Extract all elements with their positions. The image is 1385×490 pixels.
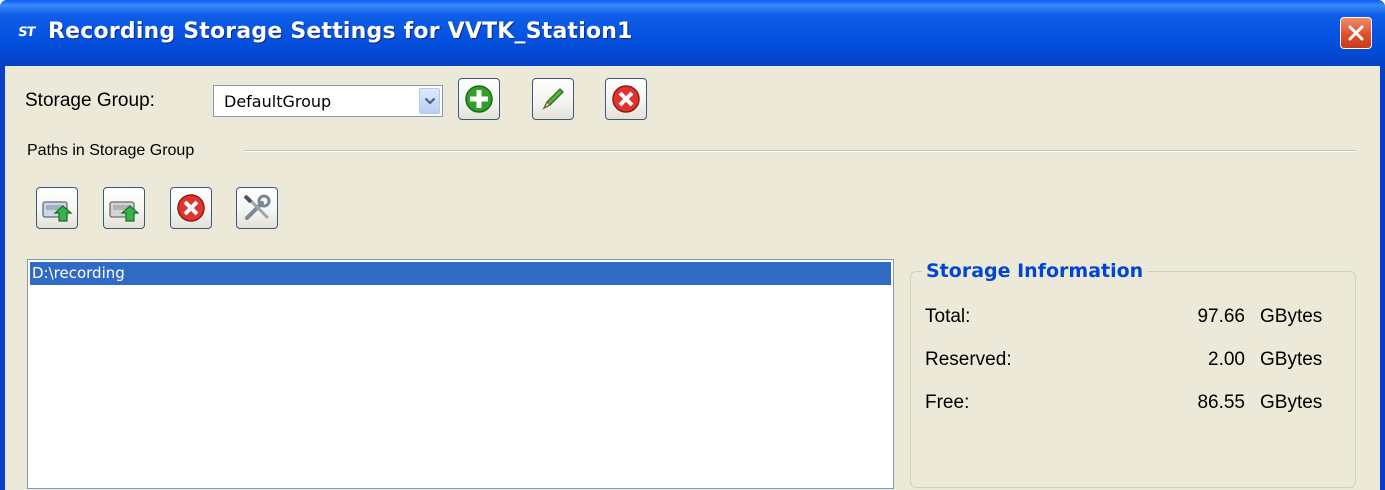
add-path-icon <box>42 201 73 222</box>
add-group-button[interactable] <box>458 78 500 120</box>
window-title: Recording Storage Settings for VVTK_Stat… <box>48 19 633 44</box>
chevron-down-icon <box>424 97 435 105</box>
close-button[interactable] <box>1340 17 1372 49</box>
remove-path-button[interactable] <box>103 187 145 229</box>
storage-group-selected-value: DefaultGroup <box>224 92 332 111</box>
storage-group-select[interactable]: DefaultGroup <box>213 85 443 117</box>
total-unit: GBytes <box>1260 306 1323 327</box>
dialog-window: ST Recording Storage Settings for VVTK_S… <box>0 0 1385 490</box>
info-row-total: Total: 97.66 GBytes <box>5 306 1380 332</box>
total-label: Total: <box>925 306 971 327</box>
reserved-value: 2.00 <box>1208 349 1245 370</box>
app-icon-text: ST <box>16 25 36 40</box>
path-settings-button[interactable] <box>236 187 278 229</box>
info-row-reserved: Reserved: 2.00 GBytes <box>5 349 1380 375</box>
add-path-button[interactable] <box>36 187 78 229</box>
delete-x-icon <box>177 194 205 222</box>
reserved-label: Reserved: <box>925 349 1012 370</box>
delete-path-button[interactable] <box>170 187 212 229</box>
pencil-icon <box>542 88 564 110</box>
storage-info-group <box>910 271 1356 488</box>
delete-group-button[interactable] <box>605 78 647 120</box>
dialog-client-area: Storage Group: DefaultGroup Paths in Sto… <box>5 66 1380 490</box>
storage-info-title: Storage Information <box>922 260 1148 282</box>
list-item[interactable]: D:\recording <box>30 262 891 285</box>
storage-group-label: Storage Group: <box>25 90 155 111</box>
free-label: Free: <box>925 392 970 413</box>
free-unit: GBytes <box>1260 392 1323 413</box>
total-value: 97.66 <box>1197 306 1245 327</box>
app-icon: ST <box>14 22 38 44</box>
free-value: 86.55 <box>1197 392 1245 413</box>
tools-icon <box>243 194 271 220</box>
delete-x-icon <box>612 85 640 113</box>
plus-icon <box>465 85 493 113</box>
dropdown-arrow-button[interactable] <box>419 88 440 114</box>
paths-section-label: Paths in Storage Group <box>27 142 195 159</box>
title-bar[interactable]: ST Recording Storage Settings for VVTK_S… <box>0 0 1385 66</box>
remove-path-icon <box>109 201 140 222</box>
close-icon <box>1348 25 1364 41</box>
edit-group-button[interactable] <box>532 78 574 120</box>
info-row-free: Free: 86.55 GBytes <box>5 392 1380 418</box>
reserved-unit: GBytes <box>1260 349 1323 370</box>
section-divider <box>245 150 1355 152</box>
